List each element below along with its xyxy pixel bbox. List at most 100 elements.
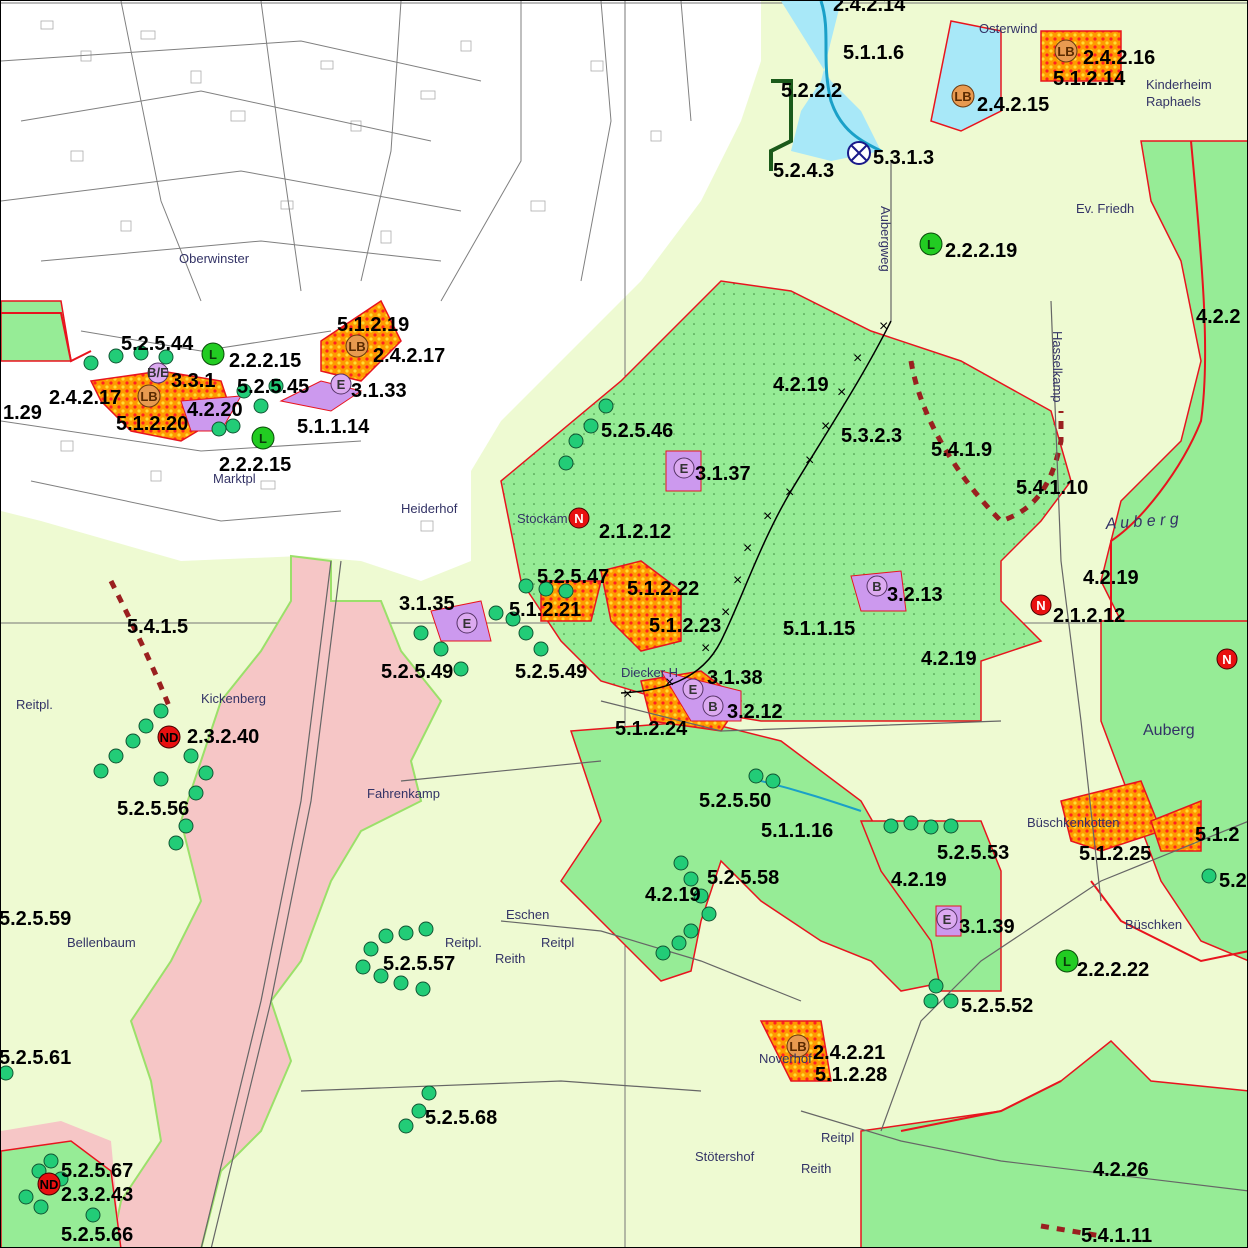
svg-text:5.1.2.21: 5.1.2.21 [509,599,581,621]
svg-text:2.4.2.14: 2.4.2.14 [833,1,906,16]
svg-text:5.1.2.28: 5.1.2.28 [815,1064,887,1086]
svg-text:5.1.2.23: 5.1.2.23 [649,615,721,637]
svg-text:5.1.1.14: 5.1.1.14 [297,416,370,438]
svg-text:Aubergweg: Aubergweg [878,206,893,272]
svg-text:Stockam: Stockam [517,511,568,526]
svg-text:2.3.2.40: 2.3.2.40 [187,726,259,748]
svg-text:L: L [927,237,935,252]
l-icon: L [251,426,275,450]
svg-text:2.2.2.15: 2.2.2.15 [219,454,291,476]
svg-text:L: L [259,431,267,446]
svg-text:3.1.35: 3.1.35 [399,593,455,615]
svg-text:3.2.12: 3.2.12 [727,701,783,723]
svg-text:×: × [785,484,794,501]
svg-text:Auberg: Auberg [1143,722,1195,739]
svg-text:2.1.2.12: 2.1.2.12 [1053,605,1125,627]
svg-text:E: E [463,616,472,631]
svg-text:5.2.5.49: 5.2.5.49 [515,661,587,683]
svg-text:Noverhof: Noverhof [759,1051,812,1066]
svg-text:Kickenberg: Kickenberg [201,691,266,706]
svg-text:E: E [943,912,952,927]
svg-text:5.2.5.52: 5.2.5.52 [961,995,1033,1017]
map-canvas[interactable]: × × × × × × × × × × × × × LB LB LB LB LB… [0,0,1248,1248]
svg-text:Osterwind: Osterwind [979,21,1038,36]
svg-text:5.4.1.9: 5.4.1.9 [931,439,992,461]
svg-text:×: × [733,572,742,589]
svg-text:5.2.5.57: 5.2.5.57 [383,953,455,975]
b-icon: B [702,695,724,717]
e-icon: E [330,373,352,395]
svg-text:Diecker H: Diecker H [621,665,678,680]
svg-text:Reitpl.: Reitpl. [16,697,53,712]
svg-text:4.2.2: 4.2.2 [1196,306,1240,328]
svg-text:Reitpl: Reitpl [821,1130,854,1145]
svg-text:4.2.20: 4.2.20 [187,399,243,421]
svg-text:4.2.19: 4.2.19 [891,869,947,891]
svg-text:5.2.5.46: 5.2.5.46 [601,420,673,442]
svg-text:5.1.2.25: 5.1.2.25 [1079,843,1151,865]
svg-text:Fahrenkamp: Fahrenkamp [367,786,440,801]
lb-icon: LB [951,84,975,108]
svg-text:5.4.1.5: 5.4.1.5 [127,616,188,638]
svg-text:ND: ND [160,730,179,745]
lb-icon: LB [137,384,161,408]
svg-text:Reitpl.: Reitpl. [445,935,482,950]
b-icon: B [866,575,888,597]
svg-text:5.2.5.58: 5.2.5.58 [707,867,779,889]
svg-text:Oberwinster: Oberwinster [179,251,250,266]
svg-text:Eschen: Eschen [506,907,549,922]
svg-text:×: × [701,640,710,657]
svg-text:N: N [1036,598,1045,613]
svg-text:2.4.2.17: 2.4.2.17 [373,345,445,367]
svg-text:E: E [689,682,698,697]
svg-text:Büschkenkotten: Büschkenkotten [1027,815,1120,830]
svg-text:2.4.2.15: 2.4.2.15 [977,94,1049,116]
nd-icon: ND [157,725,181,749]
svg-text:4.2.19: 4.2.19 [773,374,829,396]
e-icon: E [673,457,695,479]
svg-text:2.2.2.22: 2.2.2.22 [1077,959,1149,981]
e-icon: E [456,612,478,634]
svg-text:5.2.5.67: 5.2.5.67 [61,1160,133,1182]
svg-text:5.2.4.3: 5.2.4.3 [773,160,834,182]
svg-text:2.3.2.43: 2.3.2.43 [61,1184,133,1206]
svg-text:2.4.2.17: 2.4.2.17 [49,387,121,409]
svg-text:×: × [879,318,888,335]
svg-text:5.2.2.2: 5.2.2.2 [781,80,842,102]
svg-text:3.2.13: 3.2.13 [887,584,943,606]
svg-text:4.2.26: 4.2.26 [1093,1159,1149,1181]
svg-text:N: N [574,511,583,526]
svg-text:Ev. Friedh: Ev. Friedh [1076,201,1134,216]
svg-text:5.2.5.68: 5.2.5.68 [425,1107,497,1129]
svg-text:5.4.1.11: 5.4.1.11 [1081,1225,1152,1247]
svg-text:5.1.2.20: 5.1.2.20 [116,413,188,435]
e-icon: E [936,908,958,930]
svg-text:B/E: B/E [147,365,169,380]
svg-text:5.1.2: 5.1.2 [1195,824,1239,846]
svg-text:Bellenbaum: Bellenbaum [67,935,136,950]
svg-text:Büschken: Büschken [1125,917,1182,932]
svg-text:5.2.5.53: 5.2.5.53 [937,842,1009,864]
svg-text:5.3.2.3: 5.3.2.3 [841,425,902,447]
svg-text:5.2.5.45: 5.2.5.45 [237,376,309,398]
svg-text:×: × [853,350,862,367]
svg-text:5.1.2.19: 5.1.2.19 [337,314,409,336]
svg-text:3.1.37: 3.1.37 [695,463,751,485]
svg-text:×: × [763,508,772,525]
svg-text:Raphaels: Raphaels [1146,94,1201,109]
svg-text:5.3.1.3: 5.3.1.3 [873,147,934,169]
svg-text:5.1.1.15: 5.1.1.15 [783,618,855,640]
svg-text:3.1.33: 3.1.33 [351,380,407,402]
svg-text:LB: LB [140,389,157,404]
svg-text:5.2.5.56: 5.2.5.56 [117,798,189,820]
svg-text:×: × [743,540,752,557]
n-icon: N [1216,648,1238,670]
svg-text:×: × [623,686,632,703]
l-icon: L [919,232,943,256]
l-icon: L [201,342,225,366]
map-svg: × × × × × × × × × × × × × LB LB LB LB LB… [1,1,1247,1247]
svg-text:5.1.2.24: 5.1.2.24 [615,718,688,740]
l-icon: L [1055,949,1079,973]
svg-text:5.1.2.14: 5.1.2.14 [1053,68,1126,90]
svg-text:B: B [708,699,717,714]
